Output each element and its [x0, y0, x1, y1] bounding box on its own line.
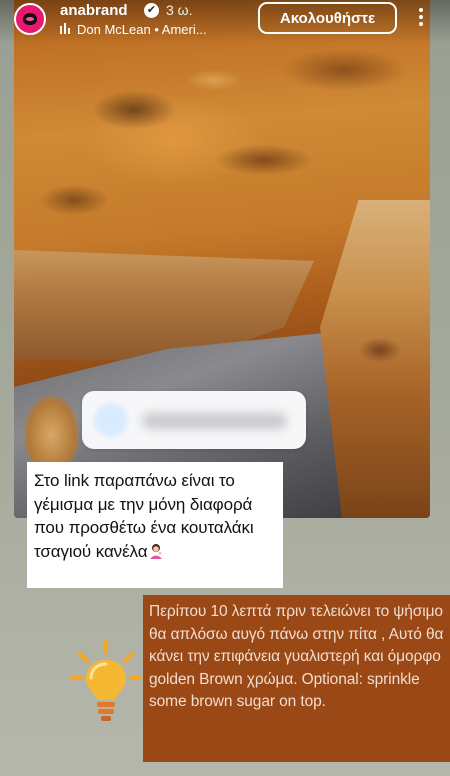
avatar[interactable] [14, 3, 46, 35]
story-header: anabrand ✔ 3 ω. Don McLean • Ameri... Ακ… [0, 0, 450, 44]
tip-note-brown: Περίπου 10 λεπτά πριν τελειώνει το ψήσιμ… [143, 595, 450, 762]
recipe-note-white: Στο link παραπάνω είναι το γέμισμα με τη… [27, 462, 283, 588]
blurred-link-text [142, 413, 287, 429]
lips-logo [23, 13, 37, 25]
link-sticker-blurred[interactable] [82, 391, 306, 449]
post-time: 3 ω. [166, 2, 193, 18]
verified-badge-icon: ✔ [144, 3, 159, 18]
music-bars-icon [60, 23, 70, 34]
more-vertical-icon[interactable] [417, 8, 425, 30]
pie-crust-slice [320, 200, 430, 518]
blurred-link-icon [94, 403, 128, 437]
follow-button[interactable]: Ακολουθήστε [258, 2, 397, 34]
music-track[interactable]: Don McLean • Ameri... [77, 22, 207, 37]
recipe-note-text: Στο link παραπάνω είναι το γέμισμα με τη… [34, 471, 254, 561]
username[interactable]: anabrand [60, 2, 128, 19]
woman-tipping-hand-emoji [150, 543, 163, 559]
tip-note-text: Περίπου 10 λεπτά πριν τελειώνει το ψήσιμ… [149, 603, 444, 711]
light-bulb-icon [70, 640, 142, 721]
